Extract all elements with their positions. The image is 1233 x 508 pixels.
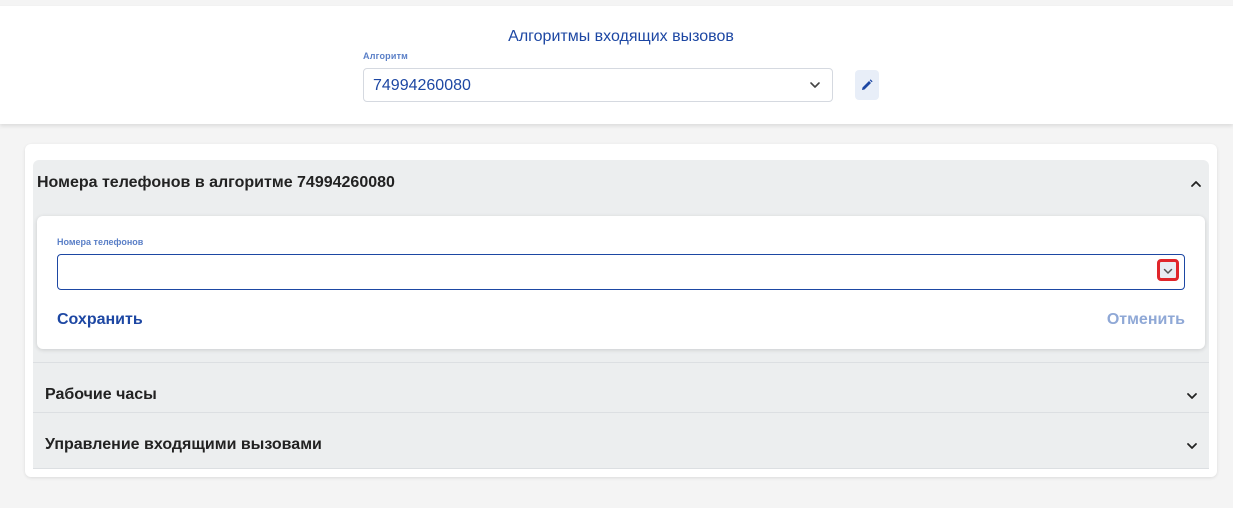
chevron-down-icon [1163,268,1173,274]
phones-field-label: Номера телефонов [57,237,144,247]
chevron-down-icon [810,82,820,88]
incoming-calls-section[interactable]: Управление входящими вызовами [33,413,1209,469]
chevron-up-icon[interactable] [1189,177,1203,191]
chevron-down-icon[interactable] [1185,389,1199,403]
phones-dropdown-button[interactable] [1157,259,1179,281]
working-hours-title: Рабочие часы [45,386,157,403]
save-button[interactable]: Сохранить [57,311,143,329]
incoming-calls-title: Управление входящими вызовами [45,436,322,453]
phones-panel: Номера телефонов Сохранить Отменить [37,216,1205,349]
cancel-button[interactable]: Отменить [1107,311,1185,329]
phones-select[interactable] [57,254,1185,290]
algorithm-select[interactable]: 74994260080 [363,68,833,102]
page-header: Алгоритмы входящих вызовов Алгоритм 7499… [0,6,1233,124]
chevron-down-icon[interactable] [1185,439,1199,453]
algorithm-label: Алгоритм [363,51,409,61]
phones-section-title[interactable]: Номера телефонов в алгоритме 74994260080 [37,174,395,192]
edit-algorithm-button[interactable] [855,70,879,100]
working-hours-section[interactable]: Рабочие часы [33,363,1209,413]
algorithm-settings-card: Номера телефонов в алгоритме 74994260080… [25,144,1217,477]
page-title: Алгоритмы входящих вызовов [508,28,734,45]
pencil-icon [862,79,873,90]
algorithm-select-value: 74994260080 [373,77,471,94]
phones-section: Номера телефонов в алгоритме 74994260080… [33,160,1209,363]
